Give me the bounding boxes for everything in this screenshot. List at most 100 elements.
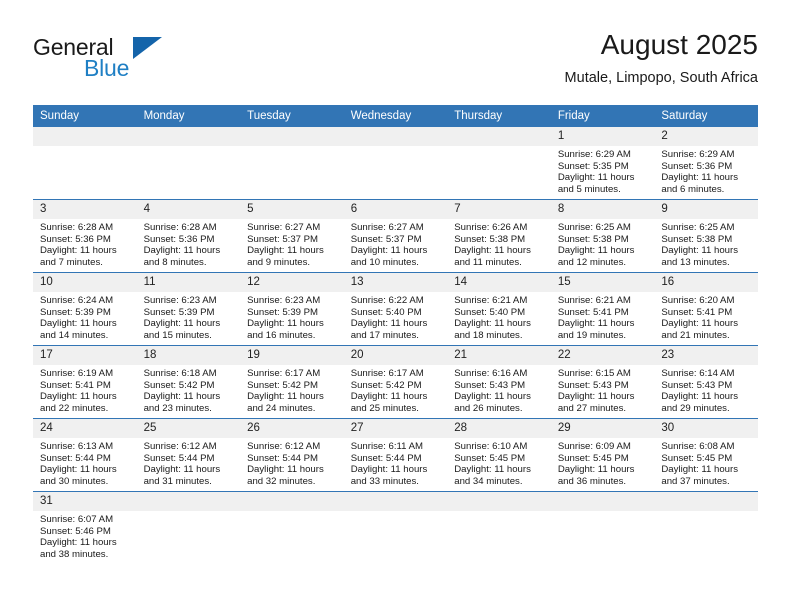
calendar-day-cell[interactable]: 18 Sunrise: 6:18 AM Sunset: 5:42 PM Dayligh…: [136, 345, 241, 419]
day-cell-content: [447, 492, 551, 564]
sunset-text: Sunset: 5:38 PM: [557, 233, 629, 245]
calendar-empty-cell: [343, 491, 448, 564]
calendar-day-cell[interactable]: 3 Sunrise: 6:28 AM Sunset: 5:36 PM Daylight…: [33, 199, 137, 273]
calendar-day-cell[interactable]: 25 Sunrise: 6:12 AM Sunset: 5:44 PM Dayligh…: [136, 418, 241, 492]
calendar-day-cell[interactable]: 29 Sunrise: 6:09 AM Sunset: 5:45 PM Dayligh…: [550, 418, 655, 492]
sunset-text: Sunset: 5:36 PM: [143, 233, 215, 245]
day-number: 13: [343, 273, 448, 292]
day-cell-content: 24 Sunrise: 6:13 AM Sunset: 5:44 PM Dayligh…: [33, 419, 137, 491]
sunrise-text: Sunrise: 6:12 AM: [247, 441, 321, 452]
day-number: 9: [654, 200, 758, 219]
calendar-day-cell[interactable]: 15 Sunrise: 6:21 AM Sunset: 5:41 PM Dayligh…: [550, 272, 655, 346]
day-number: 15: [550, 273, 655, 292]
calendar-day-cell[interactable]: 11 Sunrise: 6:23 AM Sunset: 5:39 PM Dayligh…: [136, 272, 241, 346]
daylight-text: and 21 minutes.: [661, 329, 730, 341]
day-cell-content: 19 Sunrise: 6:17 AM Sunset: 5:42 PM Dayligh…: [240, 346, 344, 418]
sunset-text: Sunset: 5:42 PM: [143, 379, 215, 391]
calendar-week-row: 3 Sunrise: 6:28 AM Sunset: 5:36 PM Daylight…: [33, 199, 758, 273]
calendar-day-cell[interactable]: 24 Sunrise: 6:13 AM Sunset: 5:44 PM Dayligh…: [33, 418, 137, 492]
day-cell-content: [654, 492, 758, 564]
calendar-day-cell[interactable]: 20 Sunrise: 6:17 AM Sunset: 5:42 PM Dayligh…: [343, 345, 448, 419]
sunset-text: Sunset: 5:40 PM: [350, 306, 422, 318]
calendar-day-cell[interactable]: 28 Sunrise: 6:10 AM Sunset: 5:45 PM Dayligh…: [447, 418, 551, 492]
general-blue-logo: General Blue: [33, 34, 253, 90]
daylight-text: Daylight: 11 hours: [40, 464, 117, 476]
sunrise-text: Sunrise: 6:13 AM: [40, 441, 114, 452]
sunrise-text: Sunrise: 6:10 AM: [454, 441, 528, 452]
daylight-text: and 15 minutes.: [143, 329, 212, 341]
calendar-day-cell[interactable]: 1 Sunrise: 6:29 AM Sunset: 5:35 PM Daylight…: [550, 127, 655, 200]
calendar-day-cell[interactable]: 26 Sunrise: 6:12 AM Sunset: 5:44 PM Dayligh…: [240, 418, 344, 492]
calendar-day-cell[interactable]: 12 Sunrise: 6:23 AM Sunset: 5:39 PM Dayligh…: [240, 272, 344, 346]
title-block: August 2025 Mutale, Limpopo, South Afric…: [565, 28, 758, 88]
daylight-text: and 34 minutes.: [454, 475, 523, 487]
day-number: 21: [447, 346, 551, 365]
calendar-day-cell[interactable]: 22 Sunrise: 6:15 AM Sunset: 5:43 PM Dayligh…: [550, 345, 655, 419]
calendar-day-cell[interactable]: 23 Sunrise: 6:14 AM Sunset: 5:43 PM Dayligh…: [654, 345, 758, 419]
day-details: Sunrise: 6:24 AM Sunset: 5:39 PM Daylight:…: [33, 292, 137, 341]
calendar-empty-cell: [447, 127, 551, 200]
logo-text-blue: Blue: [84, 55, 130, 81]
daylight-text: and 13 minutes.: [661, 256, 730, 268]
day-number: 29: [550, 419, 655, 438]
calendar-day-cell[interactable]: 21 Sunrise: 6:16 AM Sunset: 5:43 PM Dayligh…: [447, 345, 551, 419]
daylight-text: Daylight: 11 hours: [454, 245, 531, 257]
calendar-day-cell[interactable]: 9 Sunrise: 6:25 AM Sunset: 5:38 PM Daylight…: [654, 199, 758, 273]
calendar-day-cell[interactable]: 14 Sunrise: 6:21 AM Sunset: 5:40 PM Dayligh…: [447, 272, 551, 346]
daylight-text: and 32 minutes.: [247, 475, 316, 487]
daylight-text: Daylight: 11 hours: [557, 464, 635, 476]
daylight-text: and 30 minutes.: [40, 475, 109, 487]
daylight-text: Daylight: 11 hours: [661, 391, 738, 403]
daylight-text: Daylight: 11 hours: [247, 464, 324, 476]
calendar-day-cell[interactable]: 4 Sunrise: 6:28 AM Sunset: 5:36 PM Daylight…: [136, 199, 241, 273]
calendar-day-cell[interactable]: 27 Sunrise: 6:11 AM Sunset: 5:44 PM Dayligh…: [343, 418, 448, 492]
day-cell-content: 27 Sunrise: 6:11 AM Sunset: 5:44 PM Dayligh…: [343, 419, 448, 491]
sunset-text: Sunset: 5:35 PM: [557, 160, 629, 172]
day-number: 17: [33, 346, 137, 365]
day-cell-content: 8 Sunrise: 6:25 AM Sunset: 5:38 PM Daylight…: [550, 200, 655, 272]
calendar-day-cell[interactable]: 6 Sunrise: 6:27 AM Sunset: 5:37 PM Daylight…: [343, 199, 448, 273]
calendar-empty-cell: [343, 127, 448, 200]
day-cell-content: 20 Sunrise: 6:17 AM Sunset: 5:42 PM Dayligh…: [343, 346, 448, 418]
calendar-day-cell[interactable]: 31 Sunrise: 6:07 AM Sunset: 5:46 PM Dayligh…: [33, 491, 137, 564]
sunrise-text: Sunrise: 6:20 AM: [661, 295, 735, 306]
calendar-day-cell[interactable]: 5 Sunrise: 6:27 AM Sunset: 5:37 PM Daylight…: [240, 199, 344, 273]
calendar-day-cell[interactable]: 2 Sunrise: 6:29 AM Sunset: 5:36 PM Daylight…: [654, 127, 758, 200]
daylight-text: and 8 minutes.: [143, 256, 207, 268]
day-cell-content: [447, 127, 551, 199]
daylight-text: Daylight: 11 hours: [350, 245, 428, 257]
day-details: Sunrise: 6:13 AM Sunset: 5:44 PM Daylight:…: [33, 438, 137, 487]
sunrise-text: Sunrise: 6:14 AM: [661, 368, 735, 379]
daylight-text: Daylight: 11 hours: [661, 172, 738, 184]
calendar-day-cell[interactable]: 19 Sunrise: 6:17 AM Sunset: 5:42 PM Dayligh…: [240, 345, 344, 419]
calendar-day-cell[interactable]: 16 Sunrise: 6:20 AM Sunset: 5:41 PM Dayligh…: [654, 272, 758, 346]
day-number: 2: [654, 127, 758, 146]
sunrise-text: Sunrise: 6:29 AM: [661, 149, 735, 160]
calendar-day-cell[interactable]: 10 Sunrise: 6:24 AM Sunset: 5:39 PM Dayligh…: [33, 272, 137, 346]
daylight-text: and 11 minutes.: [454, 256, 522, 268]
sunset-text: Sunset: 5:36 PM: [40, 233, 111, 245]
daylight-text: Daylight: 11 hours: [661, 318, 738, 330]
day-cell-content: 7 Sunrise: 6:26 AM Sunset: 5:38 PM Daylight…: [447, 200, 551, 272]
day-details: Sunrise: 6:23 AM Sunset: 5:39 PM Daylight:…: [137, 292, 241, 341]
day-details: [33, 146, 137, 149]
calendar-day-cell[interactable]: 17 Sunrise: 6:19 AM Sunset: 5:41 PM Dayligh…: [33, 345, 137, 419]
day-cell-content: [550, 492, 655, 564]
day-details: Sunrise: 6:27 AM Sunset: 5:37 PM Daylight:…: [240, 219, 344, 268]
day-cell-content: 23 Sunrise: 6:14 AM Sunset: 5:43 PM Dayligh…: [654, 346, 758, 418]
calendar-day-cell[interactable]: 13 Sunrise: 6:22 AM Sunset: 5:40 PM Dayligh…: [343, 272, 448, 346]
calendar-day-cell[interactable]: 30 Sunrise: 6:08 AM Sunset: 5:45 PM Dayligh…: [654, 418, 758, 492]
calendar-day-cell[interactable]: 8 Sunrise: 6:25 AM Sunset: 5:38 PM Daylight…: [550, 199, 655, 273]
day-number: [240, 127, 344, 146]
sunrise-text: Sunrise: 6:21 AM: [454, 295, 528, 306]
sunset-text: Sunset: 5:43 PM: [454, 379, 526, 391]
day-number: [343, 127, 448, 146]
weekday-header-tuesday: Tuesday: [240, 105, 344, 127]
daylight-text: and 33 minutes.: [350, 475, 419, 487]
day-details: Sunrise: 6:29 AM Sunset: 5:36 PM Daylight:…: [654, 146, 758, 195]
day-cell-content: 21 Sunrise: 6:16 AM Sunset: 5:43 PM Dayligh…: [447, 346, 551, 418]
day-cell-content: 31 Sunrise: 6:07 AM Sunset: 5:46 PM Dayligh…: [33, 492, 137, 564]
day-number: 23: [654, 346, 758, 365]
day-cell-content: [343, 127, 448, 199]
calendar-day-cell[interactable]: 7 Sunrise: 6:26 AM Sunset: 5:38 PM Daylight…: [447, 199, 551, 273]
